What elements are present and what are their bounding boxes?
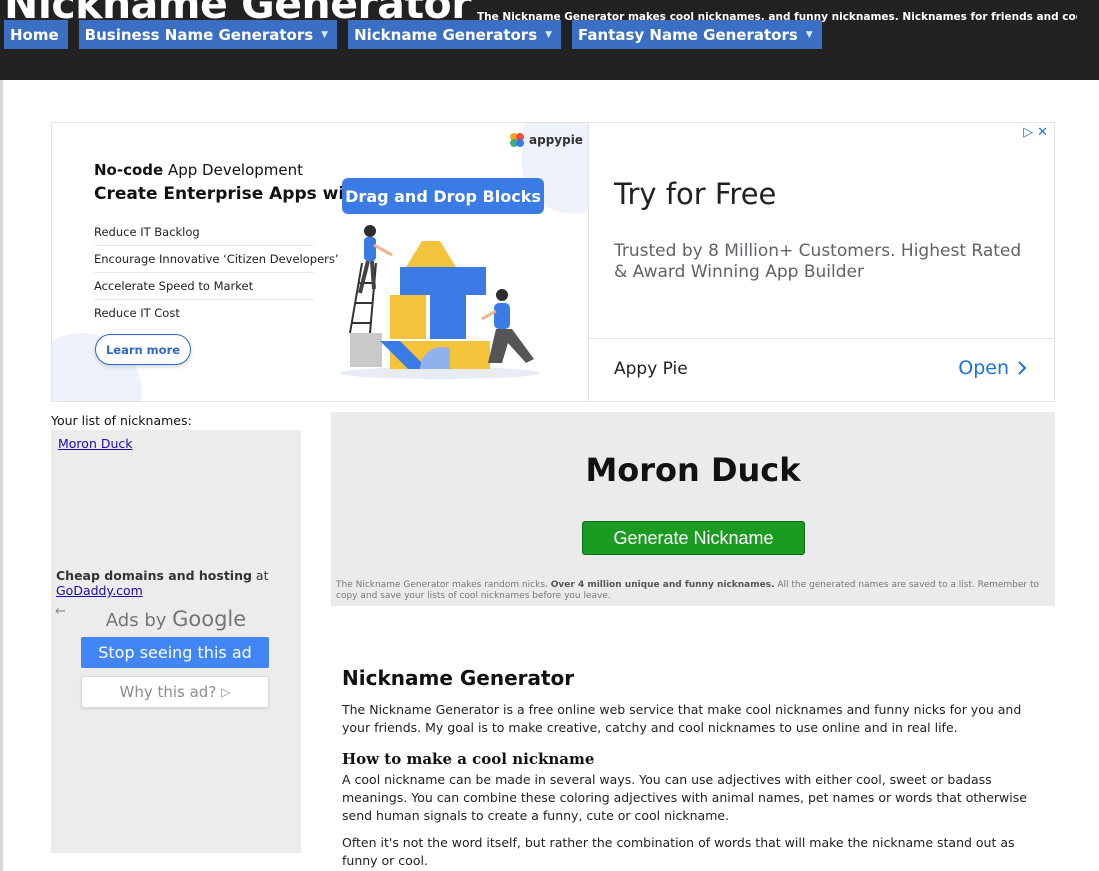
godaddy-link[interactable]: GoDaddy.com	[56, 583, 143, 598]
generated-nickname: Moron Duck	[585, 451, 801, 489]
ad-description: Trusted by 8 Million+ Customers. Highest…	[614, 241, 1022, 282]
ad-banner[interactable]: appypie No-code App Development Create E…	[51, 122, 1055, 402]
main-nav: Home Business Name Generators ▼ Nickname…	[4, 20, 833, 49]
nav-nickname-label: Nickname Generators	[354, 25, 538, 44]
google-ad-feedback: ← Ads by Google Stop seeing this ad Why …	[51, 602, 301, 853]
nav-home[interactable]: Home	[4, 20, 68, 49]
ad-headline: No-code App Development	[94, 161, 303, 179]
close-icon[interactable]: ✕	[1037, 125, 1048, 140]
generate-nickname-button[interactable]: Generate Nickname	[582, 521, 805, 555]
blocks-illustration-icon	[340, 225, 540, 379]
ad-bullet: Reduce IT Backlog	[94, 219, 314, 246]
chevron-right-icon	[1018, 361, 1027, 375]
article-title: Nickname Generator	[342, 666, 575, 690]
article-subheading: How to make a cool nickname	[342, 750, 595, 768]
ad-headline-2: Create Enterprise Apps with	[94, 184, 365, 204]
ad-choices-icon[interactable]: ▷	[1023, 125, 1033, 140]
ad-bullet: Encourage Innovative ‘Citizen Developers…	[94, 246, 339, 273]
learn-more-button[interactable]: Learn more	[95, 334, 191, 365]
site-header: Nickname Generator The Nickname Generato…	[0, 0, 1099, 80]
appypie-logo-icon	[510, 133, 524, 147]
hosting-promo: Cheap domains and hosting at GoDaddy.com	[56, 568, 296, 598]
ad-headline-bold: No-code	[94, 161, 164, 179]
nickname-list: Moron Duck Cheap domains and hosting at …	[51, 430, 301, 602]
nav-business-name-generators[interactable]: Business Name Generators ▼	[78, 20, 338, 49]
ad-footer: Appy Pie Open	[589, 338, 1054, 401]
why-this-ad-label: Why this ad?	[119, 683, 217, 701]
open-button[interactable]: Open	[958, 357, 1027, 379]
caret-down-icon: ▼	[321, 29, 329, 40]
generator-panel: Moron Duck Generate Nickname The Nicknam…	[331, 412, 1055, 606]
ad-bullet: Accelerate Speed to Market	[94, 273, 314, 300]
generator-description: The Nickname Generator makes random nick…	[336, 580, 1050, 602]
nickname-list-item[interactable]: Moron Duck	[58, 436, 133, 451]
ad-text-panel[interactable]: ▷ ✕ Try for Free Trusted by 8 Million+ C…	[588, 123, 1054, 401]
ad-pill: Drag and Drop Blocks	[342, 178, 544, 214]
nav-fantasy-name-generators[interactable]: Fantasy Name Generators ▼	[572, 20, 822, 49]
article-intro: The Nickname Generator is a free online …	[342, 702, 1022, 735]
nav-nickname-generators[interactable]: Nickname Generators ▼	[348, 20, 562, 49]
google-label: Google	[172, 607, 247, 631]
nav-home-label: Home	[10, 25, 59, 44]
ad-choices[interactable]: ▷ ✕	[1023, 125, 1048, 140]
open-button-label: Open	[958, 357, 1009, 379]
nickname-list-title: Your list of nicknames:	[51, 413, 192, 428]
article: Nickname Generator The Nickname Generato…	[342, 664, 1052, 870]
ad-headline-rest: App Development	[163, 161, 304, 179]
left-edge-strip	[0, 80, 3, 871]
appypie-logo: appypie	[509, 132, 583, 148]
caret-down-icon: ▼	[805, 29, 813, 40]
hosting-promo-at: at	[251, 568, 269, 583]
appypie-logo-text: appypie	[529, 133, 583, 147]
ad-creative[interactable]: appypie No-code App Development Create E…	[52, 123, 588, 401]
article-paragraph: A cool nickname can be made in several w…	[342, 772, 1027, 823]
stop-seeing-ad-button[interactable]: Stop seeing this ad	[81, 637, 269, 668]
ad-brand: Appy Pie	[614, 359, 688, 379]
generator-desc-bold: Over 4 million unique and funny nickname…	[550, 580, 775, 590]
ad-bullet: Reduce IT Cost	[94, 306, 180, 320]
caret-down-icon: ▼	[545, 29, 553, 40]
ad-choices-icon: ▷	[221, 685, 231, 699]
hosting-promo-bold: Cheap domains and hosting	[56, 568, 252, 583]
ad-title[interactable]: Try for Free	[614, 177, 776, 211]
generator-desc-pre: The Nickname Generator makes random nick…	[336, 580, 551, 590]
nav-business-label: Business Name Generators	[84, 25, 314, 44]
nav-fantasy-label: Fantasy Name Generators	[578, 25, 798, 44]
why-this-ad-button[interactable]: Why this ad? ▷	[81, 676, 269, 708]
article-paragraph: Often it's not the word itself, but rath…	[342, 835, 1015, 868]
ads-by-google: Ads by Google	[51, 607, 301, 631]
ad-bullet-list: Reduce IT Backlog Encourage Innovative ‘…	[94, 219, 339, 327]
ads-by-label: Ads by	[105, 610, 173, 631]
